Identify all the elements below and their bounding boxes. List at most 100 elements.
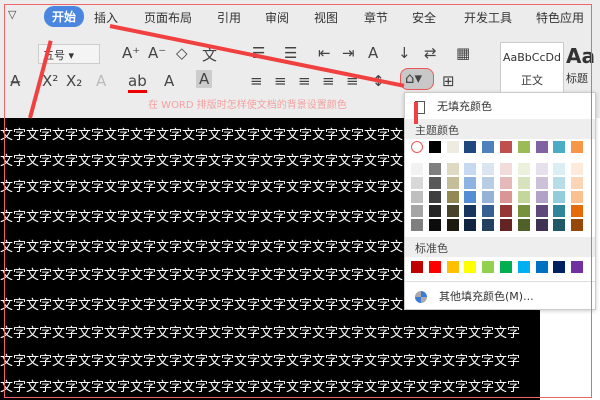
tab-0[interactable]: 开始 [44,6,85,27]
theme-shade-swatch[interactable] [446,219,459,231]
theme-shade-swatch[interactable] [500,163,512,175]
theme-shade-swatch[interactable] [446,205,459,217]
standard-color-swatch[interactable] [500,261,512,273]
style-heading[interactable]: Aa 标题 [566,42,600,94]
tab-3[interactable]: 引用 [217,9,241,26]
no-fill-option[interactable]: 无填充颜色 [415,98,492,114]
sort-icon[interactable]: ↓ [398,44,411,62]
theme-shade-swatch[interactable] [553,163,566,175]
theme-shade-swatch[interactable] [553,191,566,203]
theme-shade-swatch[interactable] [500,219,512,231]
theme-shade-swatch[interactable] [535,219,548,231]
theme-shade-swatch[interactable] [553,219,566,231]
strikethrough-icon[interactable]: A̶ [10,72,20,90]
theme-shade-swatch[interactable] [482,177,495,189]
table-tool-icon[interactable]: ▦ [456,44,470,62]
theme-shade-swatch[interactable] [482,163,495,175]
theme-shade-swatch[interactable] [517,163,530,175]
align-center-icon[interactable]: ≡ [274,72,287,90]
standard-color-swatch[interactable] [482,261,495,273]
theme-color-swatch[interactable] [553,141,566,153]
theme-shade-swatch[interactable] [446,163,459,175]
standard-color-swatch[interactable] [535,261,548,273]
tab-4[interactable]: 审阅 [265,9,289,26]
theme-shade-swatch[interactable] [446,177,459,189]
theme-shade-swatch[interactable] [411,219,423,231]
theme-shade-swatch[interactable] [428,177,441,189]
subscript-icon[interactable]: X₂ [66,72,82,90]
standard-color-swatch[interactable] [464,261,477,273]
theme-shade-swatch[interactable] [500,191,512,203]
quick-access-dropdown-icon[interactable]: ▽ [8,8,16,21]
theme-color-swatch[interactable] [464,141,477,153]
theme-shade-swatch[interactable] [571,219,584,231]
font-color-icon[interactable]: A [164,72,174,90]
tab-6[interactable]: 章节 [364,9,388,26]
theme-shade-swatch[interactable] [411,177,423,189]
standard-color-swatch[interactable] [517,261,530,273]
theme-shade-swatch[interactable] [428,191,441,203]
theme-shade-swatch[interactable] [464,177,477,189]
theme-shade-swatch[interactable] [464,163,477,175]
theme-shade-swatch[interactable] [428,163,441,175]
standard-color-swatch[interactable] [428,261,441,273]
theme-shade-swatch[interactable] [482,205,495,217]
char-shading-icon[interactable]: A [196,70,213,88]
shading-fill-button[interactable]: ⌂▾ [400,68,434,90]
theme-shade-swatch[interactable] [517,191,530,203]
style-normal[interactable]: AaBbCcDd 正文 [500,42,564,94]
theme-color-swatch[interactable] [428,141,441,153]
highlight-icon[interactable]: ab [128,72,147,93]
grow-font-icon[interactable]: A⁺ [122,44,140,62]
theme-shade-swatch[interactable] [535,177,548,189]
clear-format-icon[interactable]: ◇ [176,44,188,62]
theme-shade-swatch[interactable] [428,205,441,217]
theme-shade-swatch[interactable] [482,219,495,231]
theme-shade-swatch[interactable] [535,163,548,175]
tab-7[interactable]: 安全 [412,9,436,26]
theme-shade-swatch[interactable] [428,219,441,231]
theme-shade-swatch[interactable] [517,205,530,217]
theme-shade-swatch[interactable] [446,191,459,203]
theme-shade-swatch[interactable] [411,205,423,217]
decrease-indent-icon[interactable]: ⇤ [318,44,331,62]
theme-color-swatch[interactable] [446,141,459,153]
theme-color-swatch[interactable] [411,141,423,153]
tab-2[interactable]: 页面布局 [144,9,192,26]
theme-shade-swatch[interactable] [464,191,477,203]
more-fill-colors-option[interactable]: 其他填充颜色(M)... [415,288,534,304]
theme-shade-swatch[interactable] [535,191,548,203]
borders-icon[interactable]: ⊞ [442,72,455,90]
theme-shade-swatch[interactable] [482,191,495,203]
standard-color-swatch[interactable] [411,261,423,273]
standard-color-swatch[interactable] [553,261,566,273]
theme-shade-swatch[interactable] [517,219,530,231]
theme-shade-swatch[interactable] [517,177,530,189]
theme-color-swatch[interactable] [571,141,584,153]
text-direction-icon[interactable]: A [368,44,378,62]
justify-icon[interactable]: ≡ [322,72,335,90]
theme-shade-swatch[interactable] [571,163,584,175]
tab-8[interactable]: 开发工具 [464,9,512,26]
shrink-font-icon[interactable]: A⁻ [148,44,166,62]
theme-shade-swatch[interactable] [571,177,584,189]
theme-color-swatch[interactable] [535,141,548,153]
tab-1[interactable]: 插入 [94,9,118,26]
theme-shade-swatch[interactable] [411,163,423,175]
theme-shade-swatch[interactable] [500,205,512,217]
theme-shade-swatch[interactable] [553,177,566,189]
theme-shade-swatch[interactable] [411,191,423,203]
increase-indent-icon[interactable]: ⇥ [342,44,355,62]
align-left-icon[interactable]: ≡ [250,72,263,90]
theme-shade-swatch[interactable] [571,205,584,217]
tab-5[interactable]: 视图 [314,9,338,26]
theme-shade-swatch[interactable] [553,205,566,217]
superscript-icon[interactable]: X² [42,72,58,90]
theme-color-swatch[interactable] [482,141,495,153]
standard-color-swatch[interactable] [571,261,584,273]
theme-color-swatch[interactable] [517,141,530,153]
theme-shade-swatch[interactable] [571,191,584,203]
show-marks-icon[interactable]: ⇄ [424,44,437,62]
theme-shade-swatch[interactable] [464,219,477,231]
align-right-icon[interactable]: ≡ [298,72,311,90]
